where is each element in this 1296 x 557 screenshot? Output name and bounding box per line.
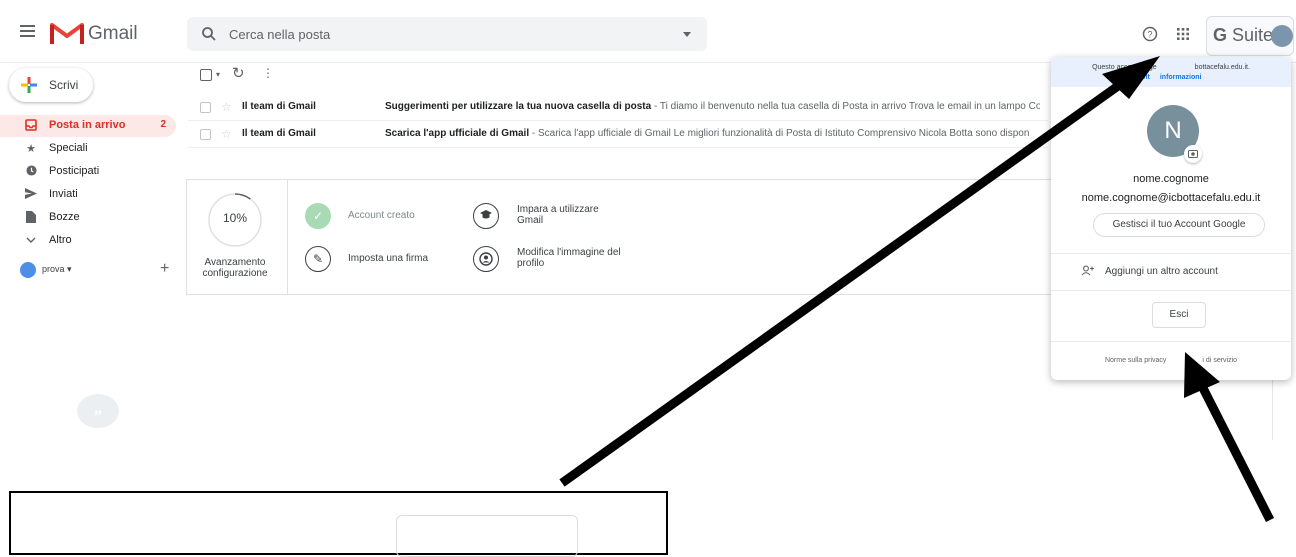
sidebar-item-snoozed[interactable]: Posticipati (0, 161, 176, 183)
divider (1051, 341, 1291, 342)
unread-count: 2 (160, 119, 166, 130)
logout-button[interactable]: Esci (1152, 302, 1206, 328)
sidebar-item-label: Speciali (49, 142, 88, 154)
email-sender: Il team di Gmail (242, 128, 316, 139)
plus-icon (19, 75, 39, 98)
graduation-cap-icon[interactable] (473, 203, 499, 229)
hangouts-user[interactable]: prova ▾ + (0, 260, 176, 280)
progress-percent: 10% (222, 211, 248, 225)
compose-button[interactable]: Scrivi (9, 68, 93, 102)
sidebar-item-starred[interactable]: ★ Speciali (0, 138, 176, 160)
sidebar-item-label: Bozze (49, 211, 80, 223)
avatar[interactable] (1271, 25, 1293, 47)
search-icon[interactable] (201, 26, 217, 45)
task-set-signature[interactable]: Imposta una firma (348, 253, 428, 264)
camera-icon[interactable] (1184, 145, 1202, 163)
chevron-down-icon (24, 234, 38, 248)
compose-label: Scrivi (49, 78, 79, 92)
send-icon (24, 188, 38, 202)
gsuite-logo: G Suite (1213, 25, 1274, 45)
sidebar-item-more[interactable]: Altro (0, 230, 176, 252)
svg-text:?: ? (1147, 30, 1152, 40)
help-icon[interactable]: ? (1142, 26, 1158, 45)
progress-caption: Avanzamento configurazione (202, 257, 268, 279)
divider (1051, 253, 1291, 254)
search-bar[interactable]: Cerca nella posta (187, 17, 707, 51)
search-input[interactable]: Cerca nella posta (229, 27, 330, 42)
managed-account-banner: Questo account è ge bottacefalu.edu.it. U… (1051, 57, 1291, 87)
account-dropdown: Questo account è ge bottacefalu.edu.it. U… (1051, 57, 1291, 380)
pen-icon[interactable]: ✎ (305, 246, 331, 272)
inbox-icon (24, 119, 38, 133)
account-button[interactable]: G Suite (1206, 16, 1294, 56)
email-row[interactable]: ☆ Il team di Gmail Scarica l'app ufficia… (188, 121, 1048, 148)
sidebar-item-label: Altro (49, 234, 72, 246)
account-button-preview (396, 515, 578, 557)
add-account-button[interactable]: Aggiungi un altro account (1105, 266, 1218, 277)
task-account-created: Account creato (348, 210, 415, 221)
sidebar-item-label: Posticipati (49, 165, 100, 177)
banner-text: Questo account è ge bottacefalu.edu.it. (1092, 64, 1250, 71)
more-info-link[interactable]: Ult informazioni (1051, 74, 1291, 81)
add-account-icon (1081, 265, 1095, 279)
sidebar-item-label: Inviati (49, 188, 78, 200)
email-row[interactable]: ☆ Il team di Gmail Suggerimenti per util… (188, 94, 1048, 121)
select-all-checkbox[interactable] (200, 69, 212, 81)
app-name: Gmail (88, 23, 138, 44)
sidebar-item-drafts[interactable]: Bozze (0, 207, 176, 229)
select-menu-icon[interactable]: ▾ (216, 70, 220, 79)
draft-icon (24, 211, 38, 225)
sidebar-item-inbox[interactable]: Posta in arrivo 2 (0, 115, 176, 137)
divider (1051, 290, 1291, 291)
account-footer: Norme sulla privacy i di servizio (1051, 357, 1291, 364)
star-icon[interactable]: ☆ (221, 100, 232, 114)
more-options-icon[interactable]: ⋮ (262, 66, 274, 80)
manage-account-button[interactable]: Gestisci il tuo Account Google (1093, 213, 1265, 237)
terms-link[interactable]: i di servizio (1202, 357, 1237, 364)
refresh-icon[interactable]: ↻ (232, 64, 245, 82)
search-options-icon[interactable] (683, 32, 691, 37)
account-name: nome.cognome (1133, 173, 1209, 185)
star-icon[interactable]: ☆ (221, 127, 232, 141)
account-email: nome.cognome@icbottacefalu.edu.it (1081, 192, 1261, 204)
hangouts-user-name: prova ▾ (42, 264, 72, 274)
top-bar: Gmail Cerca nella posta ? G Suite (0, 0, 1296, 63)
task-learn-gmail[interactable]: Impara a utilizzare Gmail (517, 204, 627, 226)
user-avatar-icon (20, 262, 36, 278)
email-sender: Il team di Gmail (242, 101, 316, 112)
add-chat-icon[interactable]: + (160, 260, 169, 278)
setup-progress-panel: 10% Avanzamento configurazione ✓ Account… (186, 179, 1053, 295)
task-change-profile-picture[interactable]: Modifica l'immagine del profilo (517, 247, 627, 269)
svg-text:”: ” (94, 408, 102, 425)
check-icon: ✓ (305, 203, 331, 229)
divider (287, 180, 288, 294)
row-checkbox[interactable] (200, 102, 211, 113)
privacy-link[interactable]: Norme sulla privacy (1105, 357, 1166, 364)
divider (1272, 380, 1273, 440)
annotation-box (9, 491, 668, 557)
clock-icon (24, 165, 38, 179)
apps-grid-icon[interactable] (1176, 27, 1190, 44)
email-subject: Scarica l'app ufficiale di Gmail - Scari… (385, 128, 1030, 139)
sidebar-item-sent[interactable]: Inviati (0, 184, 176, 206)
row-checkbox[interactable] (200, 129, 211, 140)
sidebar-item-label: Posta in arrivo (49, 119, 126, 131)
chat-bubble-icon[interactable]: ” (77, 394, 119, 428)
email-subject: Suggerimenti per utilizzare la tua nuova… (385, 101, 1040, 112)
star-icon: ★ (26, 143, 36, 155)
gmail-logo-icon[interactable] (50, 20, 84, 49)
profile-icon[interactable] (473, 246, 499, 272)
main-menu-icon[interactable] (20, 25, 35, 37)
